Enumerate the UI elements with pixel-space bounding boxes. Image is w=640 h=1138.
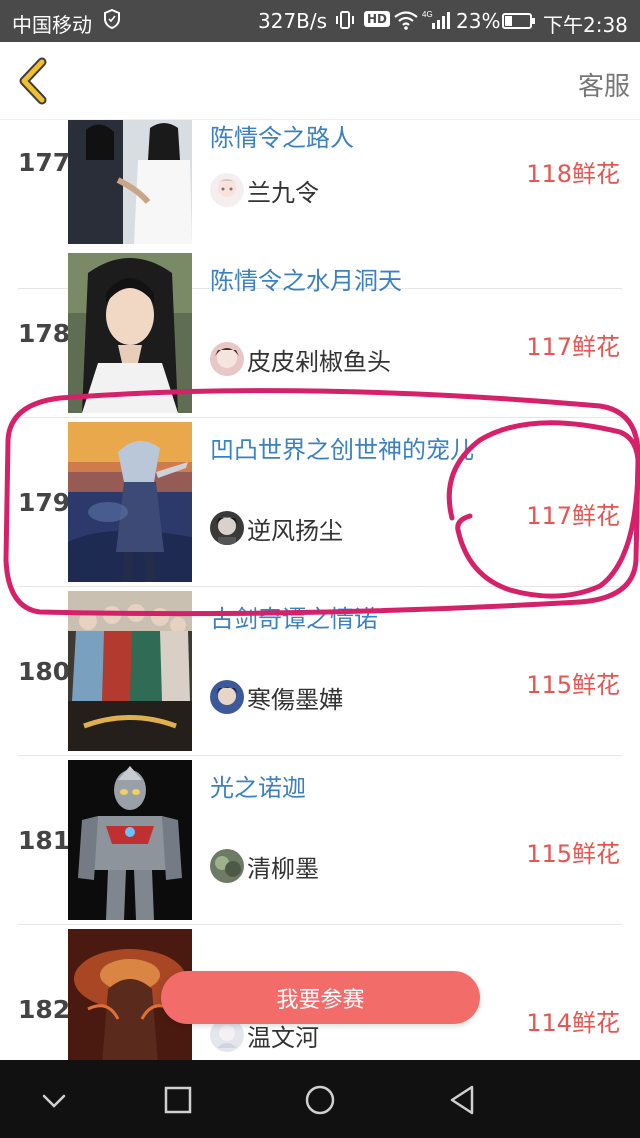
system-nav-bar [0, 1060, 640, 1138]
network-speed: 327B/s [258, 9, 328, 33]
flower-count: 115鲜花 [526, 671, 620, 699]
list-item[interactable]: 179 凹凸世界之创世神的宠儿 逆风扬尘 117鲜花 [0, 418, 640, 587]
top-header: 客服 [0, 42, 640, 120]
book-cover[interactable] [68, 422, 192, 582]
rank-number: 178 [18, 319, 71, 348]
book-cover[interactable] [68, 253, 192, 413]
avatar [210, 173, 244, 207]
flower-count: 117鲜花 [526, 333, 620, 361]
author-name: 皮皮剁椒鱼头 [247, 347, 391, 376]
rank-number: 182 [18, 995, 71, 1024]
book-title[interactable]: 古剑奇谭之情诺 [210, 601, 480, 637]
avatar [210, 849, 244, 883]
square-icon[interactable] [156, 1078, 200, 1122]
clock: 下午2:38 [543, 13, 628, 37]
chevron-left-icon [19, 57, 47, 105]
chevron-down-icon[interactable] [32, 1078, 76, 1122]
book-cover[interactable] [68, 591, 192, 751]
author[interactable]: 清柳墨 [210, 848, 319, 884]
ranking-list: 177 陈情令之路人 兰九令 118鲜花 178 陈情令之水月洞天 皮皮剁椒鱼头… [0, 120, 640, 1060]
triangle-back-icon[interactable] [440, 1078, 484, 1122]
book-title[interactable]: 陈情令之水月洞天 [210, 263, 480, 299]
battery-icon [502, 13, 535, 29]
vibrate-icon [334, 9, 356, 36]
avatar [210, 680, 244, 714]
list-item[interactable]: 180 古剑奇谭之情诺 寒傷墨嬅 115鲜花 [0, 587, 640, 756]
battery-percent: 23% [456, 9, 501, 33]
svg-text:4G: 4G [422, 10, 433, 19]
book-title[interactable]: 陈情令之路人 [210, 120, 480, 156]
flower-count: 114鲜花 [526, 1009, 620, 1037]
author[interactable]: 逆风扬尘 [210, 510, 343, 546]
author[interactable]: 皮皮剁椒鱼头 [210, 341, 391, 377]
author-name: 寒傷墨嬅 [247, 685, 343, 714]
circle-icon[interactable] [298, 1078, 342, 1122]
avatar [210, 511, 244, 545]
avatar [210, 342, 244, 376]
status-bar: 中国移动 327B/s HD 4G 23% 下午2:38 [0, 0, 640, 42]
rank-number: 181 [18, 826, 71, 855]
book-cover[interactable] [68, 120, 192, 244]
book-title[interactable]: 光之诺迦 [210, 770, 480, 806]
author-name: 逆风扬尘 [247, 516, 343, 545]
author[interactable]: 兰九令 [210, 172, 319, 208]
customer-service-link[interactable]: 客服 [578, 66, 630, 103]
list-item[interactable]: 178 陈情令之水月洞天 皮皮剁椒鱼头 117鲜花 [0, 249, 640, 418]
author-name: 兰九令 [247, 178, 319, 207]
author[interactable]: 寒傷墨嬅 [210, 679, 343, 715]
shield-icon [104, 8, 120, 34]
flower-count: 115鲜花 [526, 840, 620, 868]
back-button[interactable] [14, 56, 54, 106]
author-name: 清柳墨 [247, 854, 319, 883]
flower-count: 118鲜花 [526, 160, 620, 188]
rank-number: 177 [18, 148, 71, 177]
hd-badge: HD [364, 11, 391, 27]
signal-icon: 4G [422, 9, 452, 36]
rank-number: 180 [18, 657, 71, 686]
book-cover[interactable] [68, 760, 192, 920]
join-contest-button[interactable]: 我要参赛 [161, 971, 480, 1024]
book-title[interactable]: 凹凸世界之创世神的宠儿 [210, 432, 480, 468]
wifi-icon [393, 9, 419, 36]
flower-count: 117鲜花 [526, 502, 620, 530]
rank-number: 179 [18, 488, 71, 517]
carrier-label: 中国移动 [12, 13, 92, 37]
list-item[interactable]: 181 光之诺迦 清柳墨 115鲜花 [0, 756, 640, 925]
